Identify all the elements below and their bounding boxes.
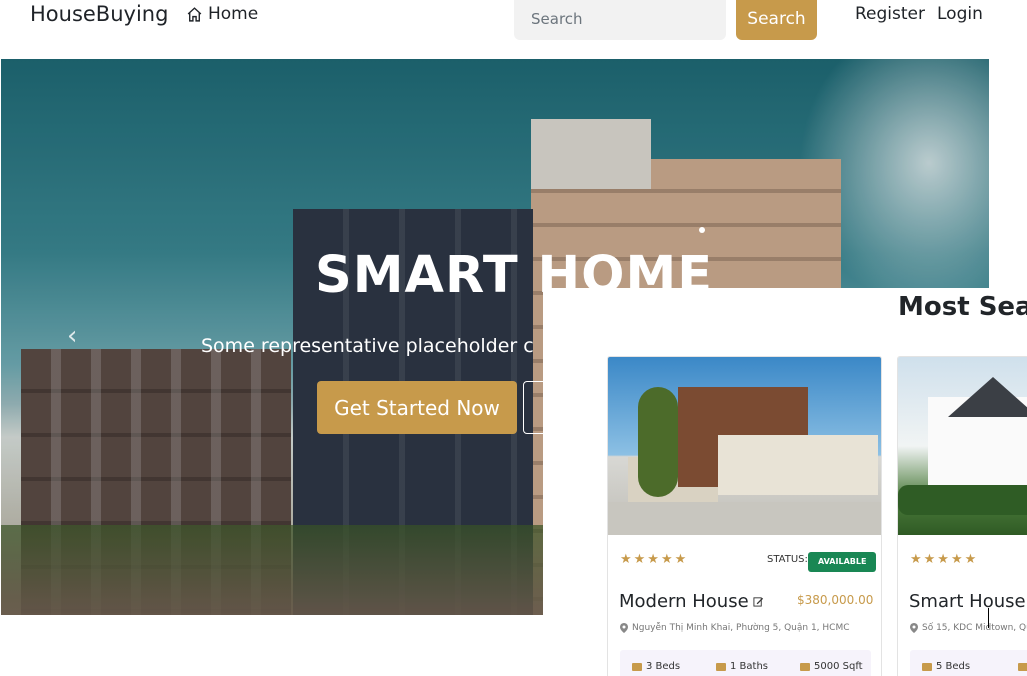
status-label: STATUS: (767, 554, 808, 565)
property-name[interactable]: Smart House (909, 591, 1027, 612)
property-address: Số 15, KDC Midtown, Quậ (910, 623, 1027, 633)
nav-home-link[interactable]: Home (186, 4, 258, 24)
register-link[interactable]: Register (855, 4, 925, 24)
property-price: $380,000.00 (797, 593, 874, 607)
property-image[interactable] (608, 357, 881, 535)
hero-subtitle: Some representative placeholder c (201, 335, 534, 357)
baths-feature: 1 Baths (716, 661, 768, 672)
status-badge: AVAILABLE (808, 552, 877, 572)
bed-icon (632, 662, 642, 671)
text-cursor (988, 608, 989, 628)
property-address: Nguyễn Thị Minh Khai, Phường 5, Quận 1, … (620, 623, 850, 633)
property-address-text: Nguyễn Thị Minh Khai, Phường 5, Quận 1, … (632, 623, 850, 633)
home-icon (187, 6, 202, 22)
carousel-prev-icon[interactable]: ‹ (67, 321, 77, 351)
bath-icon (716, 662, 726, 671)
property-card[interactable]: ★★★★★ STATUS: AVAILABLE Modern House $38… (607, 356, 882, 676)
get-started-button[interactable]: Get Started Now (317, 381, 517, 434)
bath-icon (1018, 662, 1027, 671)
location-pin-icon (910, 623, 918, 633)
property-name-text: Smart House (909, 591, 1026, 612)
most-searched-section: Most Searc ★★★★★ STATUS: AVAILABLE Moder… (543, 288, 1027, 676)
search-input[interactable] (514, 0, 726, 40)
property-name[interactable]: Modern House (619, 591, 764, 612)
area-icon (800, 662, 810, 671)
rating-stars: ★★★★★ (910, 552, 979, 567)
navbar: HouseBuying Home Search Register Login (0, 0, 1027, 58)
beds-text: 5 Beds (936, 661, 971, 672)
beds-text: 3 Beds (646, 661, 681, 672)
brand-logo[interactable]: HouseBuying (30, 2, 168, 26)
location-pin-icon (620, 623, 628, 633)
beds-feature: 5 Beds (922, 661, 970, 672)
carousel-indicator[interactable] (699, 227, 705, 233)
property-features: 5 Beds 4 (910, 650, 1027, 676)
baths-feature: 4 (1018, 661, 1027, 672)
property-card[interactable]: ★★★★★ Smart House Số 15, KDC Midtown, Qu… (897, 356, 1027, 676)
area-feature: 5000 Sqft (800, 661, 863, 672)
area-text: 5000 Sqft (814, 661, 863, 672)
login-link[interactable]: Login (937, 4, 983, 24)
search-button[interactable]: Search (736, 0, 817, 40)
rating-stars: ★★★★★ (620, 552, 689, 567)
baths-text: 1 Baths (730, 661, 768, 672)
nav-home-label: Home (208, 4, 259, 24)
property-address-text: Số 15, KDC Midtown, Quậ (922, 623, 1027, 633)
section-title: Most Searc (898, 292, 1027, 322)
property-features: 3 Beds 1 Baths 5000 Sqft (620, 650, 871, 676)
property-image[interactable] (898, 357, 1027, 535)
edit-icon[interactable] (753, 596, 764, 607)
beds-feature: 3 Beds (632, 661, 680, 672)
bed-icon (922, 662, 932, 671)
property-name-text: Modern House (619, 591, 749, 612)
